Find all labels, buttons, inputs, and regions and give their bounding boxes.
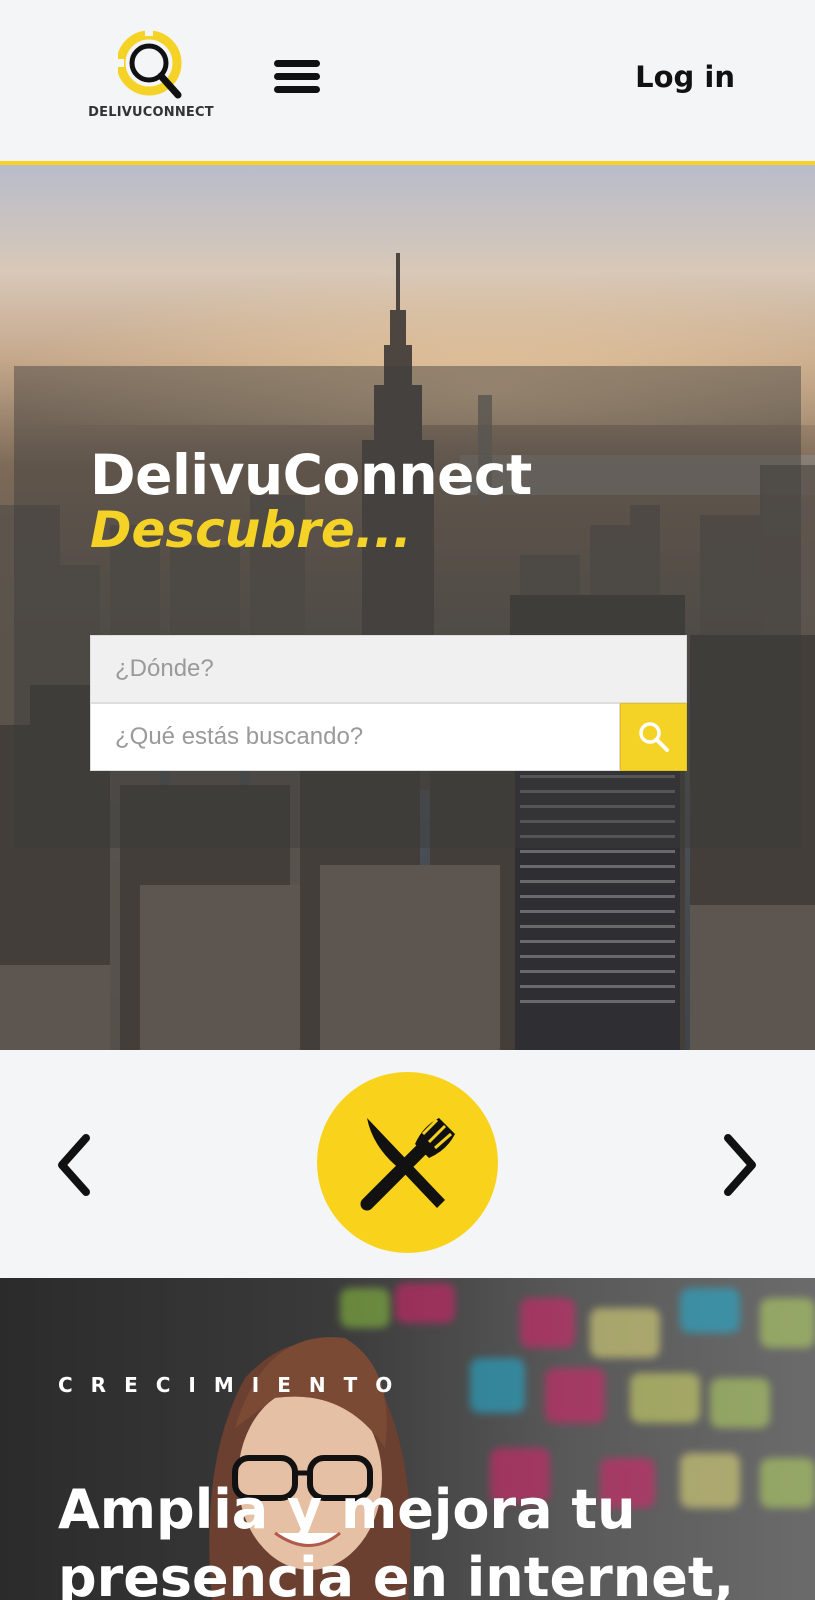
fork-knife-icon [360, 1117, 455, 1210]
menu-hamburger-icon[interactable] [274, 60, 322, 98]
category-carousel [0, 1050, 815, 1278]
what-input[interactable] [90, 703, 620, 771]
growth-kicker: CRECIMIENTO [58, 1373, 411, 1397]
hero-overlay [14, 366, 801, 848]
growth-section: CRECIMIENTO Amplia y mejora tu presencia… [0, 1278, 815, 1600]
chevron-left-icon [58, 1134, 90, 1196]
carousel-prev-button[interactable] [52, 1132, 102, 1198]
login-link[interactable]: Log in [635, 60, 735, 94]
search-icon [638, 722, 669, 752]
hero-title: DelivuConnect [90, 443, 532, 507]
site-header: DELIVUCONNECT Log in [0, 0, 815, 165]
carousel-next-button[interactable] [712, 1132, 762, 1198]
growth-title: Amplia y mejora tu presencia en internet… [58, 1478, 735, 1600]
where-input[interactable] [90, 635, 687, 703]
logo[interactable]: DELIVUCONNECT [76, 30, 226, 130]
category-restaurants[interactable] [317, 1072, 498, 1253]
hero-section: DelivuConnect Descubre... [0, 165, 815, 1050]
magnifier-logo-icon [118, 30, 182, 99]
chevron-right-icon [724, 1134, 756, 1196]
logo-text: DELIVUCONNECT [88, 105, 214, 120]
search-button[interactable] [620, 703, 687, 771]
hero-subtitle: Descubre... [90, 501, 412, 559]
